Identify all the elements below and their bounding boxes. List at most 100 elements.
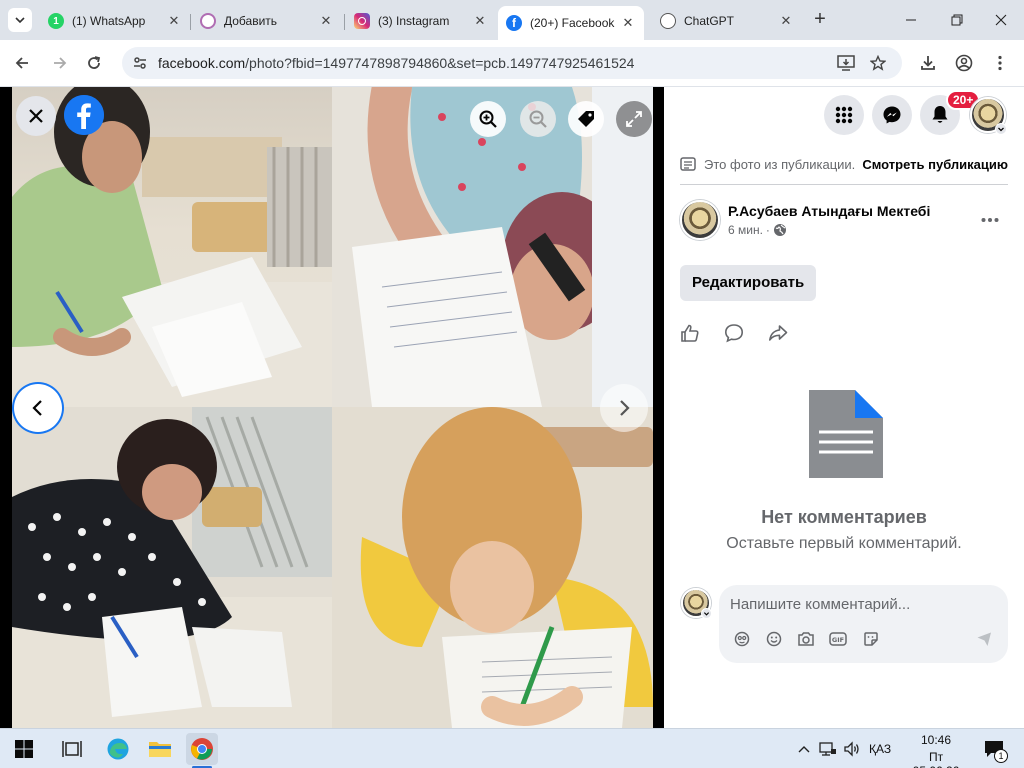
post-timestamp[interactable]: 6 мин. (728, 223, 763, 237)
back-button[interactable] (8, 49, 36, 77)
tab-add[interactable]: Добавить ✕ (192, 6, 342, 36)
messenger-button[interactable] (872, 95, 912, 135)
divider (680, 184, 1008, 185)
url-text[interactable]: facebook.com/photo?fbid=1497747898794860… (158, 55, 634, 71)
post-source-bar: Это фото из публикации. Смотреть публика… (680, 155, 1008, 175)
tab-search-button[interactable] (8, 8, 32, 32)
comment-input[interactable]: Напишите комментарий... (730, 596, 910, 613)
post-icon (680, 157, 696, 171)
tag-photo-button[interactable] (568, 101, 604, 137)
photo-image (12, 87, 332, 407)
close-icon[interactable]: ✕ (166, 13, 182, 29)
task-view-icon (62, 741, 82, 757)
bookmark-button[interactable] (868, 53, 888, 73)
speaker-icon (844, 741, 859, 757)
photo-quadrant-bottom-right (332, 407, 653, 728)
network-icon (819, 742, 836, 756)
close-icon[interactable]: ✕ (318, 13, 334, 29)
address-bar[interactable]: facebook.com/photo?fbid=1497747898794860… (122, 47, 902, 79)
profile-icon (955, 54, 973, 72)
edge-taskbar-button[interactable] (104, 735, 132, 763)
install-app-button[interactable] (836, 53, 856, 73)
whatsapp-icon: 1 (48, 13, 64, 29)
minimize-button[interactable] (888, 0, 934, 40)
close-viewer-button[interactable] (16, 96, 56, 136)
account-menu-chevron[interactable] (995, 123, 1007, 135)
comment-button[interactable] (723, 322, 745, 344)
close-window-button[interactable] (978, 0, 1024, 40)
send-icon[interactable] (976, 631, 992, 647)
close-icon (29, 109, 43, 123)
site-icon (200, 13, 216, 29)
forward-button[interactable] (46, 49, 74, 77)
restore-button[interactable] (934, 0, 980, 40)
chevron-down-icon (703, 612, 710, 616)
more-horizontal-icon (981, 218, 999, 222)
author-name[interactable]: Р.Асубаев Атындағы Мектебі (728, 203, 930, 219)
photo-collage[interactable] (12, 87, 653, 728)
see-post-link[interactable]: Смотреть публикацию (862, 157, 1008, 172)
chrome-taskbar-button[interactable] (186, 733, 218, 765)
photo-viewer (0, 87, 664, 728)
url-path: /photo?fbid=1497747898794860&set=pcb.149… (245, 55, 635, 71)
arrow-left-icon (15, 57, 28, 69)
windows-logo-icon (15, 740, 33, 758)
close-icon[interactable]: ✕ (472, 13, 488, 29)
facebook-home-link[interactable] (64, 95, 104, 135)
next-photo-button[interactable] (600, 384, 648, 432)
chevron-up-icon (798, 746, 810, 753)
like-button[interactable] (679, 322, 701, 344)
close-icon[interactable]: ✕ (620, 15, 636, 31)
no-comments-title: Нет комментариев (761, 507, 927, 527)
profile-button[interactable] (950, 49, 978, 77)
previous-photo-button[interactable] (14, 384, 62, 432)
thumbs-up-icon (681, 324, 699, 342)
browser-menu-button[interactable] (986, 49, 1014, 77)
volume-button[interactable] (838, 735, 866, 763)
post-options-button[interactable] (976, 206, 1004, 234)
zoom-in-button[interactable] (470, 101, 506, 137)
chatgpt-icon (660, 13, 676, 29)
share-button[interactable] (767, 322, 789, 344)
menu-button[interactable] (824, 95, 864, 135)
fullscreen-button[interactable] (616, 101, 652, 137)
restore-icon (951, 14, 963, 26)
tab-whatsapp[interactable]: 1 (1) WhatsApp ✕ (40, 6, 190, 36)
edit-post-button[interactable]: Редактировать (680, 265, 817, 301)
reload-button[interactable] (80, 49, 108, 77)
folder-icon (149, 742, 171, 757)
windows-taskbar: ҚАЗ 10:46 Пт 05.06.26 1 (0, 728, 1024, 768)
tab-title: (20+) Facebook (530, 16, 615, 30)
chevron-left-icon (32, 400, 42, 416)
tab-title: Добавить (224, 14, 278, 28)
start-button[interactable] (10, 735, 38, 763)
tab-instagram[interactable]: (3) Instagram ✕ (346, 6, 496, 36)
close-icon[interactable]: ✕ (778, 13, 794, 29)
input-language[interactable]: ҚАЗ (869, 742, 891, 756)
avatar-sticker-icon[interactable] (734, 631, 750, 647)
download-icon (921, 56, 935, 70)
clock-date[interactable]: Пт 05.06.26 (904, 750, 968, 768)
notification-count: 1 (994, 749, 1008, 763)
tag-icon (578, 111, 594, 127)
tab-facebook[interactable]: f (20+) Facebook ✕ (498, 6, 644, 40)
task-view-button[interactable] (58, 735, 86, 763)
site-info-icon[interactable] (132, 55, 148, 71)
tab-chatgpt[interactable]: ChatGPT ✕ (652, 6, 802, 36)
clock-time[interactable]: 10:46 (904, 733, 968, 747)
photo-image (12, 407, 332, 728)
url-domain: facebook.com (158, 55, 246, 71)
camera-icon[interactable] (797, 631, 815, 647)
commenter-menu-chevron[interactable] (701, 608, 712, 619)
zoom-out-icon (529, 110, 547, 128)
sticker-icon[interactable] (863, 631, 879, 647)
file-explorer-button[interactable] (146, 735, 174, 763)
comment-composer[interactable]: Напишите комментарий... GIF (719, 585, 1008, 663)
author-avatar[interactable] (680, 200, 720, 240)
gif-icon[interactable]: GIF (829, 631, 847, 647)
new-tab-button[interactable]: + (808, 8, 832, 32)
chevron-down-icon (15, 17, 25, 24)
zoom-out-button[interactable] (520, 101, 556, 137)
downloads-button[interactable] (914, 49, 942, 77)
emoji-icon[interactable] (766, 631, 782, 647)
